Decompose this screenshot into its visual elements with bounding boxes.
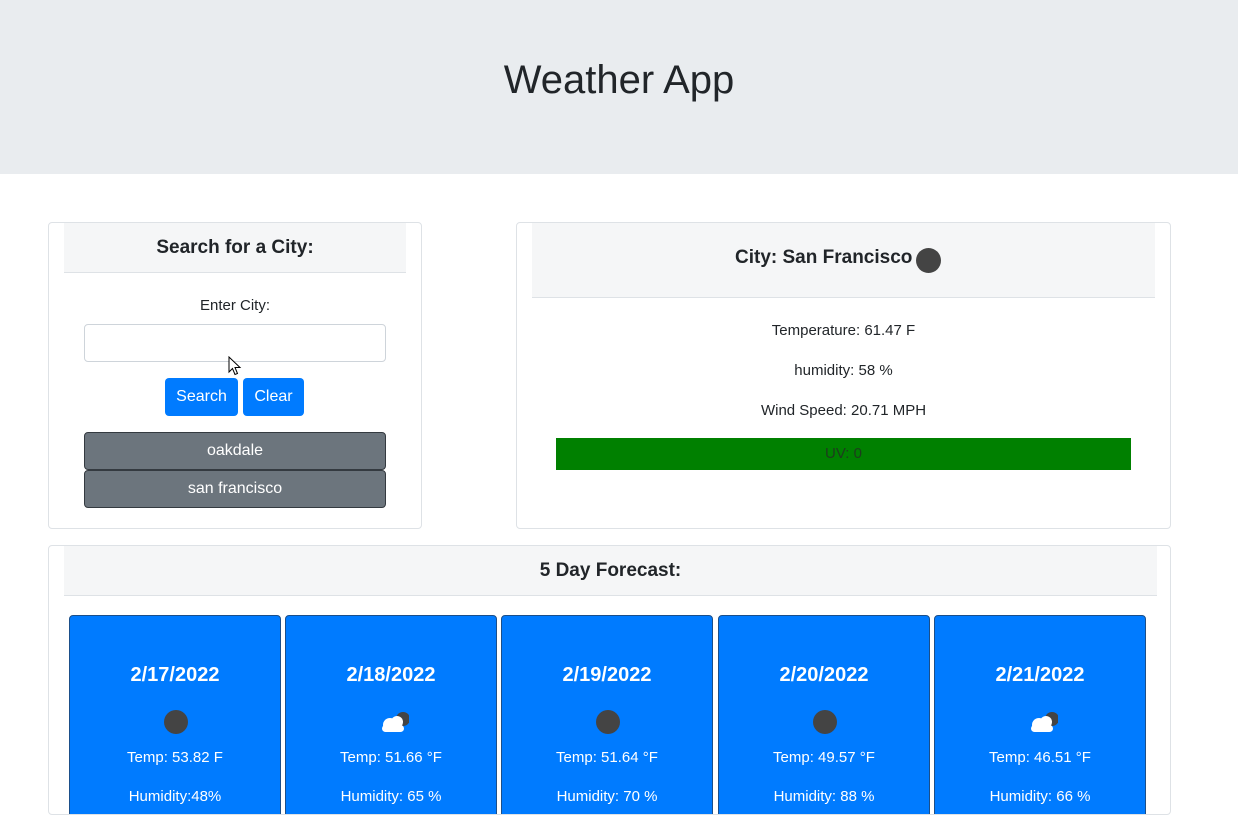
mouse-cursor-icon bbox=[228, 356, 242, 376]
current-weather-card: City: San Francisco Temperature: 61.47 F… bbox=[516, 222, 1171, 529]
moon-icon bbox=[916, 248, 941, 273]
history-button-san-francisco[interactable]: san francisco bbox=[84, 470, 386, 508]
page-title: Weather App bbox=[503, 58, 735, 102]
forecast-temp: Temp: 53.82 F bbox=[127, 749, 223, 766]
forecast-day-card: 2/19/2022 Temp: 51.64 °F Humidity: 70 % bbox=[501, 615, 713, 814]
cloud-moon-icon bbox=[382, 712, 409, 732]
forecast-date: 2/21/2022 bbox=[995, 664, 1085, 686]
forecast-date: 2/20/2022 bbox=[779, 664, 869, 686]
search-card-header: Search for a City: bbox=[64, 223, 406, 273]
cloud-moon-icon bbox=[1031, 712, 1058, 732]
forecast-humidity: Humidity: 65 % bbox=[340, 788, 442, 805]
forecast-date: 2/19/2022 bbox=[562, 664, 652, 686]
current-weather-header: City: San Francisco bbox=[532, 223, 1155, 298]
forecast-day-card: 2/18/2022 Temp: 51.66 °F Humidity: 65 % bbox=[285, 615, 497, 814]
wind-speed-text: Wind Speed: 20.71 MPH bbox=[760, 402, 927, 419]
forecast-temp: Temp: 51.64 °F bbox=[556, 749, 658, 766]
forecast-title: 5 Day Forecast: bbox=[539, 560, 682, 581]
clear-button[interactable]: Clear bbox=[243, 378, 304, 416]
forecast-day-card: 2/21/2022 Temp: 46.51 °F Humidity: 66 % bbox=[934, 615, 1146, 814]
forecast-humidity: Humidity: 70 % bbox=[556, 788, 658, 805]
forecast-date: 2/18/2022 bbox=[346, 664, 436, 686]
city-heading: City: San Francisco bbox=[735, 247, 913, 268]
history-button-oakdale[interactable]: oakdale bbox=[84, 432, 386, 470]
forecast-day-card: 2/20/2022 Temp: 49.57 °F Humidity: 88 % bbox=[718, 615, 930, 814]
enter-city-label: Enter City: bbox=[199, 297, 271, 314]
forecast-humidity: Humidity: 66 % bbox=[989, 788, 1091, 805]
forecast-header: 5 Day Forecast: bbox=[64, 546, 1157, 596]
forecast-humidity: Humidity: 88 % bbox=[773, 788, 875, 805]
search-card-title: Search for a City: bbox=[156, 237, 314, 258]
header-banner: Weather App bbox=[0, 0, 1238, 174]
search-button[interactable]: Search bbox=[165, 378, 238, 416]
forecast-card: 5 Day Forecast: 2/17/2022 Temp: 53.82 F … bbox=[48, 545, 1171, 815]
forecast-temp: Temp: 51.66 °F bbox=[340, 749, 442, 766]
moon-icon bbox=[164, 710, 188, 734]
moon-icon bbox=[813, 710, 837, 734]
forecast-day-card: 2/17/2022 Temp: 53.82 F Humidity:48% bbox=[69, 615, 281, 814]
moon-icon bbox=[596, 710, 620, 734]
forecast-humidity: Humidity:48% bbox=[128, 788, 222, 805]
humidity-text: humidity: 58 % bbox=[794, 362, 893, 379]
temperature-text: Temperature: 61.47 F bbox=[771, 322, 916, 339]
uv-index-bar: UV: 0 bbox=[556, 438, 1131, 470]
forecast-temp: Temp: 46.51 °F bbox=[989, 749, 1091, 766]
forecast-temp: Temp: 49.57 °F bbox=[773, 749, 875, 766]
forecast-date: 2/17/2022 bbox=[130, 664, 220, 686]
